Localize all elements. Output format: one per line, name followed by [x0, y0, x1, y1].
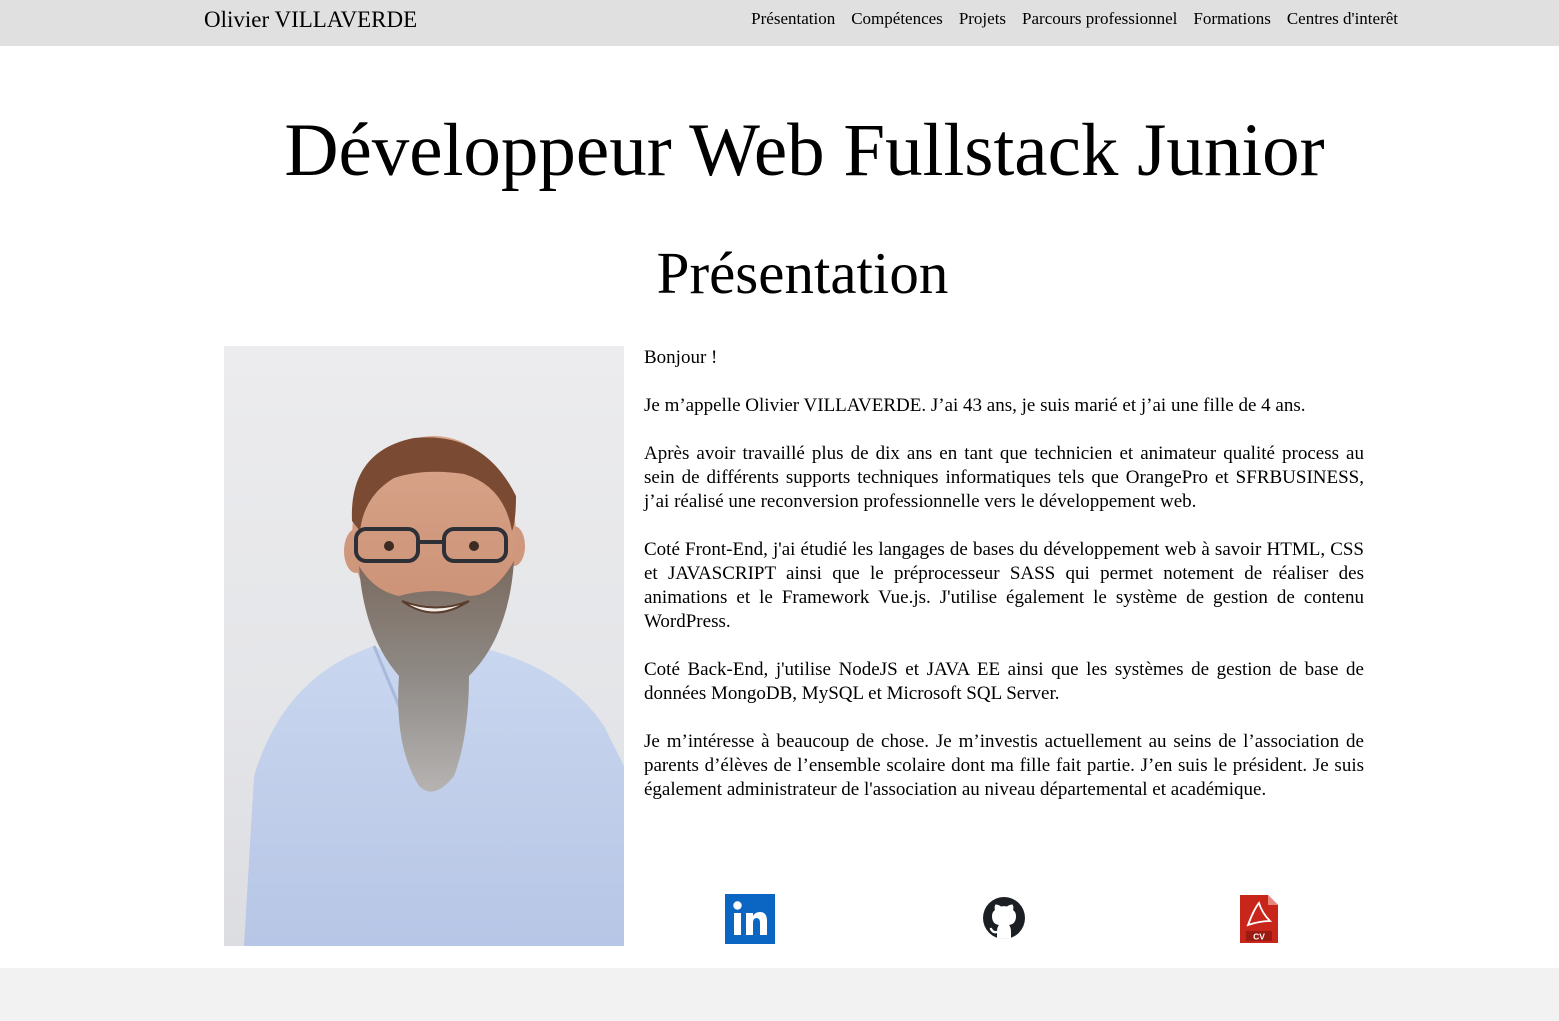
paragraph-greeting: Bonjour !: [644, 347, 718, 368]
github-icon[interactable]: [982, 896, 1026, 940]
profile-photo: [224, 346, 624, 946]
nav-link-projets[interactable]: Projets: [959, 9, 1006, 29]
page-headline: Développeur Web Fullstack Junior: [284, 109, 1325, 192]
nav-links: Présentation Compétences Projets Parcour…: [751, 9, 1398, 29]
nav-link-parcours[interactable]: Parcours professionnel: [1022, 9, 1177, 29]
cv-label: CV: [1253, 932, 1265, 942]
section-title: Présentation: [656, 240, 949, 306]
paragraph-career: Après avoir travaillé plus de dix ans en…: [644, 443, 1364, 512]
paragraph-front-end: Coté Front-End, j'ai étudié les langages…: [644, 539, 1364, 632]
nav-link-centres-interet[interactable]: Centres d'interêt: [1287, 9, 1398, 29]
paragraph-identity: Je m’appelle Olivier VILLAVERDE. J’ai 43…: [644, 395, 1306, 416]
pdf-cv-icon[interactable]: CV: [1240, 895, 1278, 943]
main-content: Développeur Web Fullstack Junior Présent…: [0, 46, 1559, 968]
nav-link-presentation[interactable]: Présentation: [751, 9, 835, 29]
presentation-text: Bonjour ! Je m’appelle Olivier VILLAVERD…: [644, 346, 1364, 826]
nav-link-formations[interactable]: Formations: [1193, 9, 1270, 29]
paragraph-interests: Je m’intéresse à beaucoup de chose. Je m…: [644, 731, 1364, 800]
nav-link-competences[interactable]: Compétences: [851, 9, 943, 29]
navbar: Olivier VILLAVERDE Présentation Compéten…: [0, 0, 1559, 46]
brand-link[interactable]: Olivier VILLAVERDE: [204, 6, 417, 34]
social-links: CV: [644, 894, 1364, 946]
paragraph-back-end: Coté Back-End, j'utilise NodeJS et JAVA …: [644, 659, 1364, 704]
linkedin-icon[interactable]: [725, 894, 775, 944]
